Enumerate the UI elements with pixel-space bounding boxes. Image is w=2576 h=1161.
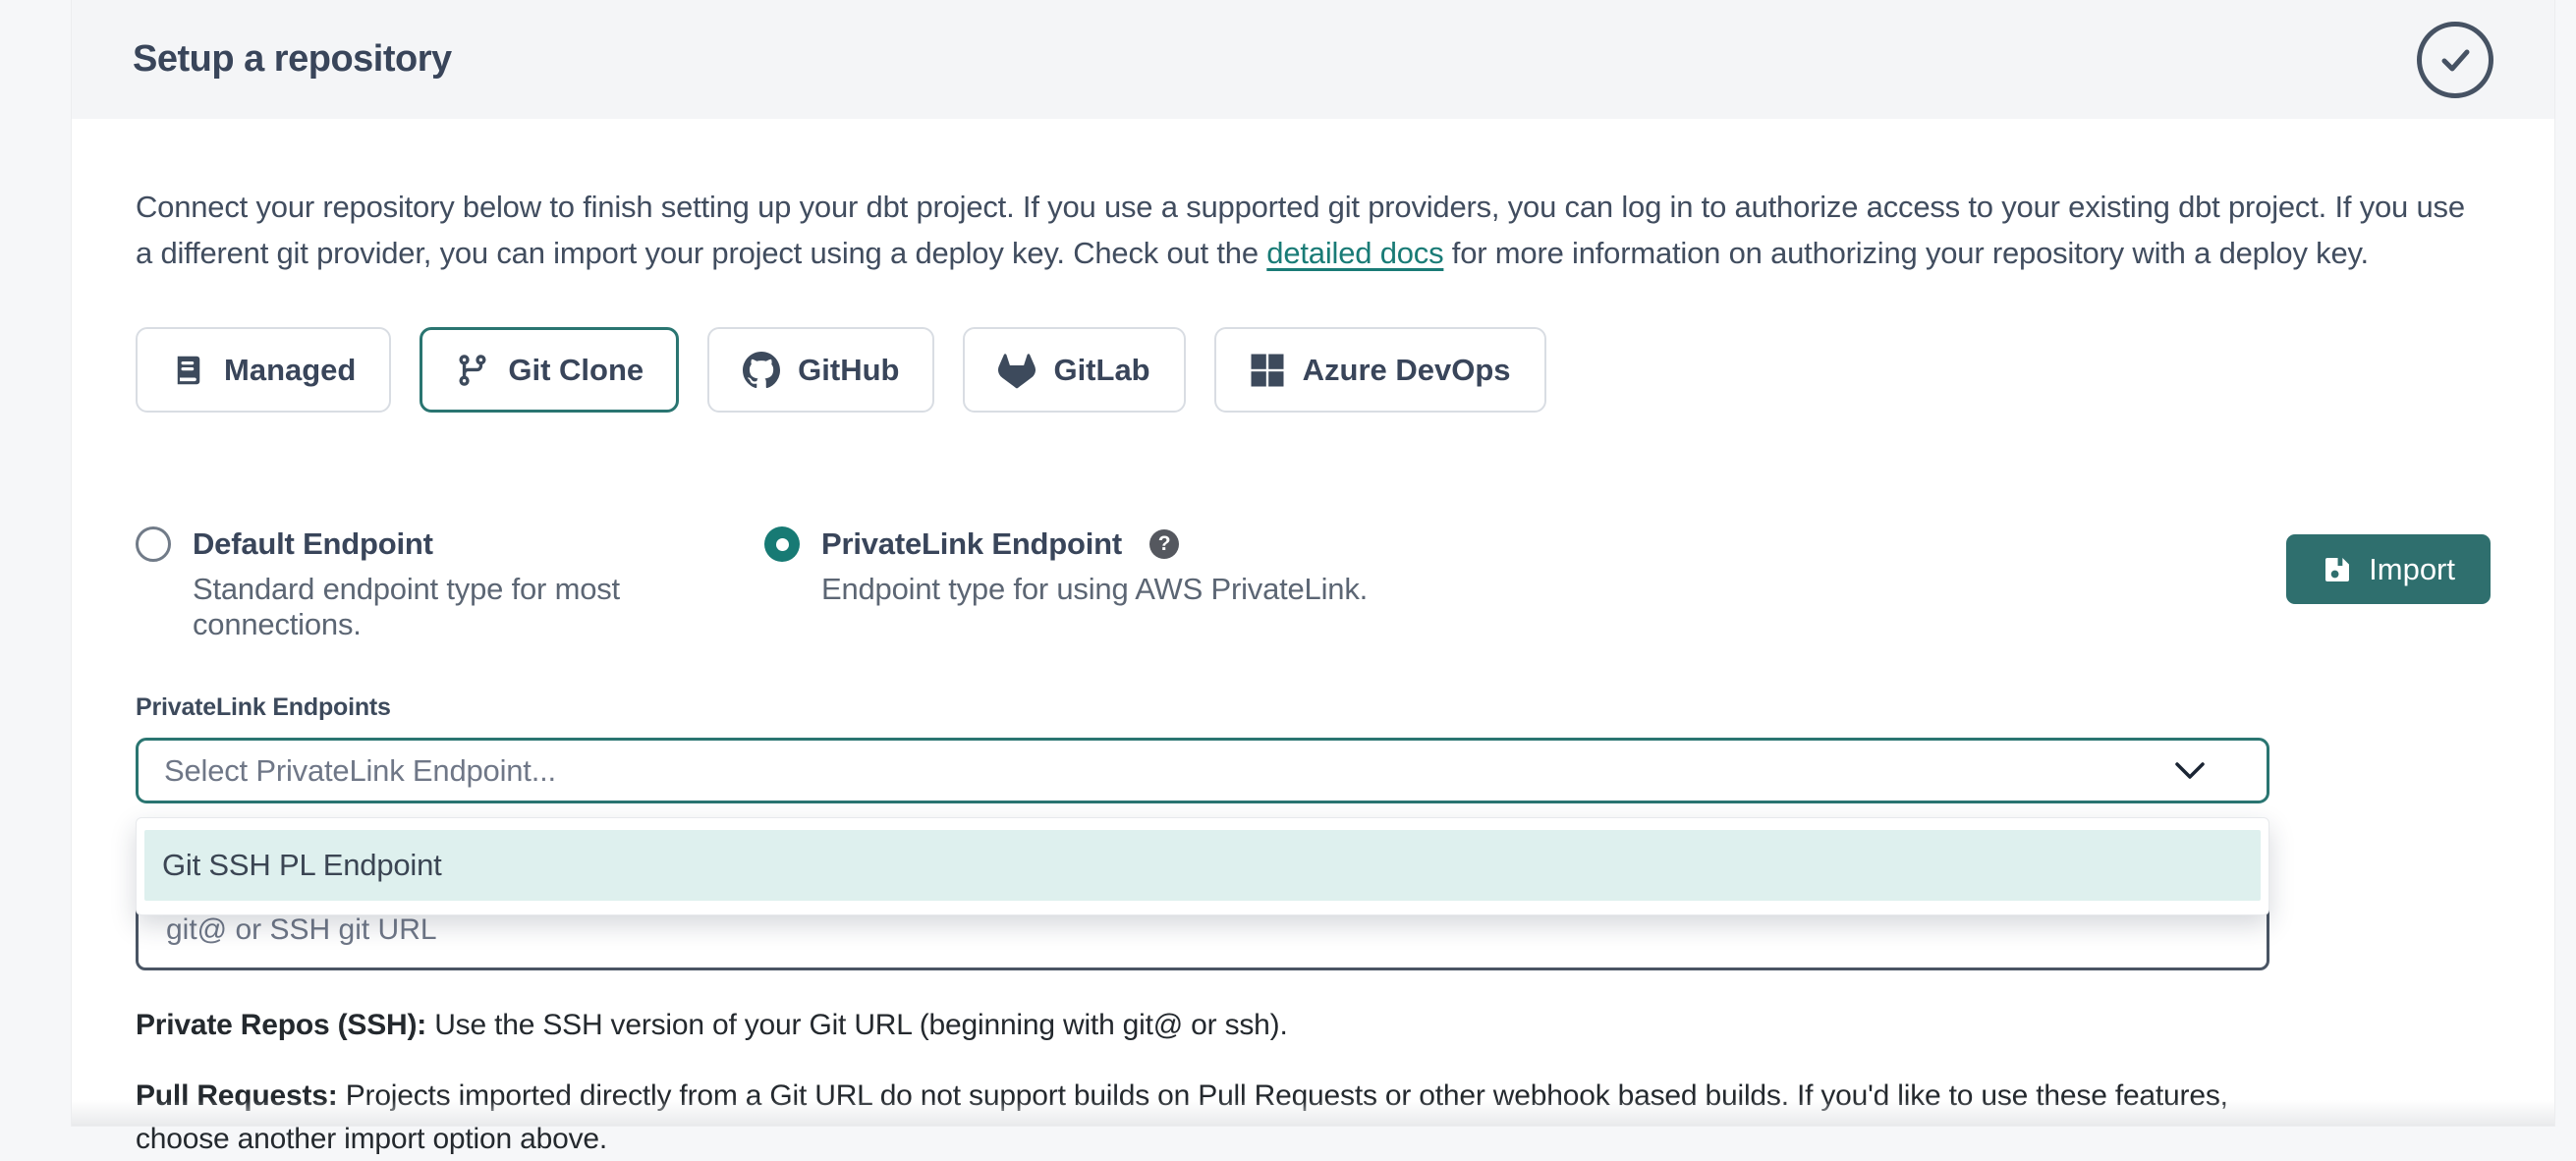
book-icon <box>171 353 206 388</box>
note-text: Projects imported directly from a Git UR… <box>136 1079 2228 1155</box>
note-text: Use the SSH version of your Git URL (beg… <box>426 1009 1288 1041</box>
note-private-repos-ssh: Private Repos (SSH): Use the SSH version… <box>136 1004 2491 1047</box>
provider-buttons: Managed Git Clone GitHub <box>136 327 2491 413</box>
import-button[interactable]: Import <box>2286 534 2491 604</box>
provider-button-gitlab[interactable]: GitLab <box>963 327 1185 413</box>
privatelink-endpoint-label: PrivateLink Endpoint <box>821 526 1122 562</box>
provider-button-managed[interactable]: Managed <box>136 327 391 413</box>
note-lead: Private Repos (SSH): <box>136 1009 426 1041</box>
gitlab-icon <box>998 352 1036 389</box>
default-endpoint-description: Standard endpoint type for most connecti… <box>193 572 764 642</box>
check-circle-icon <box>2417 22 2493 98</box>
privatelink-endpoints-field-label: PrivateLink Endpoints <box>136 693 2491 722</box>
provider-button-label: GitLab <box>1053 353 1149 388</box>
privatelink-endpoint-radio[interactable] <box>764 526 800 562</box>
github-icon <box>743 352 780 389</box>
endpoint-type-row: Default Endpoint Standard endpoint type … <box>136 526 2491 642</box>
default-endpoint-radio[interactable] <box>136 526 171 562</box>
dropdown-option-git-ssh-pl-endpoint[interactable]: Git SSH PL Endpoint <box>144 830 2261 901</box>
detailed-docs-link[interactable]: detailed docs <box>1266 236 1443 270</box>
provider-button-azure-devops[interactable]: Azure DevOps <box>1214 327 1546 413</box>
note-pull-requests: Pull Requests: Projects imported directl… <box>136 1075 2263 1161</box>
privatelink-endpoint-description: Endpoint type for using AWS PrivateLink. <box>821 572 1368 607</box>
endpoint-option-privatelink: PrivateLink Endpoint ? Endpoint type for… <box>764 526 1368 607</box>
azure-devops-icon <box>1250 353 1285 388</box>
endpoint-option-default: Default Endpoint Standard endpoint type … <box>136 526 764 642</box>
provider-button-label: GitHub <box>798 353 899 388</box>
provider-button-label: Managed <box>224 353 356 388</box>
page-title: Setup a repository <box>133 38 452 81</box>
intro-after-link: for more information on authorizing your… <box>1443 236 2369 270</box>
provider-button-label: Git Clone <box>508 353 644 388</box>
select-dropdown-panel: Git SSH PL Endpoint <box>136 817 2269 915</box>
privatelink-endpoint-select[interactable]: Select PrivateLink Endpoint... <box>136 738 2269 803</box>
save-icon <box>2322 554 2353 585</box>
select-placeholder-text: Select PrivateLink Endpoint... <box>164 753 556 789</box>
default-endpoint-label: Default Endpoint <box>193 526 433 562</box>
git-branch-icon <box>455 353 490 388</box>
card-body: Connect your repository below to finish … <box>72 184 2554 1161</box>
import-button-label: Import <box>2369 552 2455 587</box>
provider-button-git-clone[interactable]: Git Clone <box>420 327 679 413</box>
card-header: Setup a repository <box>72 0 2554 119</box>
question-circle-icon[interactable]: ? <box>1149 529 1179 559</box>
note-lead: Pull Requests: <box>136 1079 338 1112</box>
setup-repository-card: Setup a repository Connect your reposito… <box>72 0 2554 1126</box>
provider-button-github[interactable]: GitHub <box>707 327 934 413</box>
chevron-down-icon <box>2174 761 2206 781</box>
provider-button-label: Azure DevOps <box>1303 353 1511 388</box>
intro-text: Connect your repository below to finish … <box>136 184 2474 276</box>
